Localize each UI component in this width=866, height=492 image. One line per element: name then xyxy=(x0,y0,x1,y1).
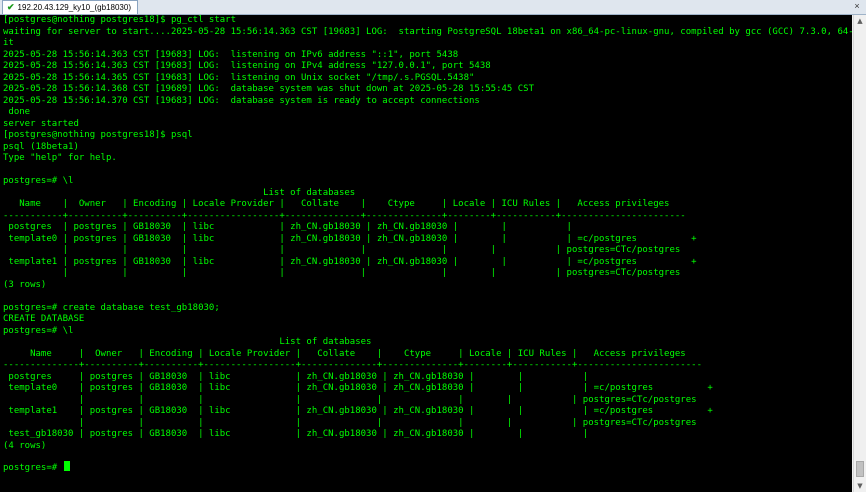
terminal-line: (3 rows) xyxy=(3,279,47,290)
terminal-output: [postgres@nothing postgres18]$ pg_ctl st… xyxy=(3,15,852,473)
terminal-line: [postgres@nothing postgres18]$ pg_ctl st… xyxy=(3,15,236,25)
terminal-line: | | | | | | | | postgres=CTc/postgres xyxy=(3,417,697,428)
terminal-line: Name | Owner | Encoding | Locale Provide… xyxy=(3,348,686,359)
terminal-line: waiting for server to start....2025-05-2… xyxy=(3,26,852,37)
terminal-line: postgres | postgres | GB18030 | libc | z… xyxy=(3,222,572,232)
terminal-line: template1 | postgres | GB18030 | libc | … xyxy=(3,256,697,267)
terminal-line: 2025-05-28 15:56:14.370 CST [19683] LOG:… xyxy=(3,95,480,106)
terminal-window[interactable]: [postgres@nothing postgres18]$ pg_ctl st… xyxy=(0,15,852,492)
terminal-line: done xyxy=(3,107,31,117)
terminal-line: | | | | | | | | postgres=CTc/postgres xyxy=(3,268,681,278)
session-tab[interactable]: ✔ 192.20.43.129_ky10_(gb18030) xyxy=(2,0,138,14)
terminal-line: 2025-05-28 15:56:14.363 CST [19683] LOG:… xyxy=(3,61,491,71)
terminal-line: List of databases xyxy=(3,187,356,198)
terminal-line: | | | | | | | | postgres=CTc/postgres xyxy=(3,394,697,405)
terminal-line: 2025-05-28 15:56:14.365 CST [19683] LOG:… xyxy=(3,72,475,83)
terminal-line: [postgres@nothing postgres18]$ psql xyxy=(3,130,193,140)
terminal-line: template0 | postgres | GB18030 | libc | … xyxy=(3,233,697,244)
terminal-line: postgres=# \l xyxy=(3,325,74,336)
tab-bar: ✔ 192.20.43.129_ky10_(gb18030) × xyxy=(0,0,866,15)
command-prompt[interactable]: postgres=# xyxy=(3,461,852,473)
text-cursor xyxy=(63,461,70,471)
terminal-line: 2025-05-28 15:56:14.363 CST [19683] LOG:… xyxy=(3,49,459,60)
terminal-line: -----------+----------+----------+------… xyxy=(3,210,686,221)
terminal-line: List of databases xyxy=(3,337,372,347)
check-icon: ✔ xyxy=(7,2,15,12)
terminal-line: Type "help" for help. xyxy=(3,153,117,163)
session-tab-title: 192.20.43.129_ky10_(gb18030) xyxy=(17,3,131,12)
terminal-line: postgres=# create database test_gb18030; xyxy=(3,302,220,313)
scrollbar-thumb[interactable] xyxy=(856,461,864,477)
terminal-line: postgres=# \l xyxy=(3,176,74,186)
terminal-line: | | | | | | | | postgres=CTc/postgres xyxy=(3,245,681,255)
terminal-line: (4 rows) xyxy=(3,440,47,451)
prompt-text: postgres=# xyxy=(3,463,63,473)
terminal-line: psql (18beta1) xyxy=(3,141,79,152)
terminal-line: test_gb18030 | postgres | GB18030 | libc… xyxy=(3,429,589,439)
terminal-line: template0 | postgres | GB18030 | libc | … xyxy=(3,383,713,393)
terminal-line: 2025-05-28 15:56:14.368 CST [19689] LOG:… xyxy=(3,84,535,94)
scroll-down-icon[interactable]: ▼ xyxy=(854,480,866,492)
terminal-line: CREATE DATABASE xyxy=(3,314,85,324)
terminal-line: server started xyxy=(3,118,79,129)
vertical-scrollbar[interactable]: ▲ ▼ xyxy=(853,15,866,492)
terminal-line: it xyxy=(3,38,14,48)
terminal-line: --------------+----------+----------+---… xyxy=(3,360,702,370)
terminal-line: template1 | postgres | GB18030 | libc | … xyxy=(3,406,713,416)
terminal-line: Name | Owner | Encoding | Locale Provide… xyxy=(3,199,670,209)
close-icon[interactable]: × xyxy=(851,0,863,13)
scroll-up-icon[interactable]: ▲ xyxy=(854,15,866,27)
terminal-line: postgres | postgres | GB18030 | libc | z… xyxy=(3,371,589,382)
